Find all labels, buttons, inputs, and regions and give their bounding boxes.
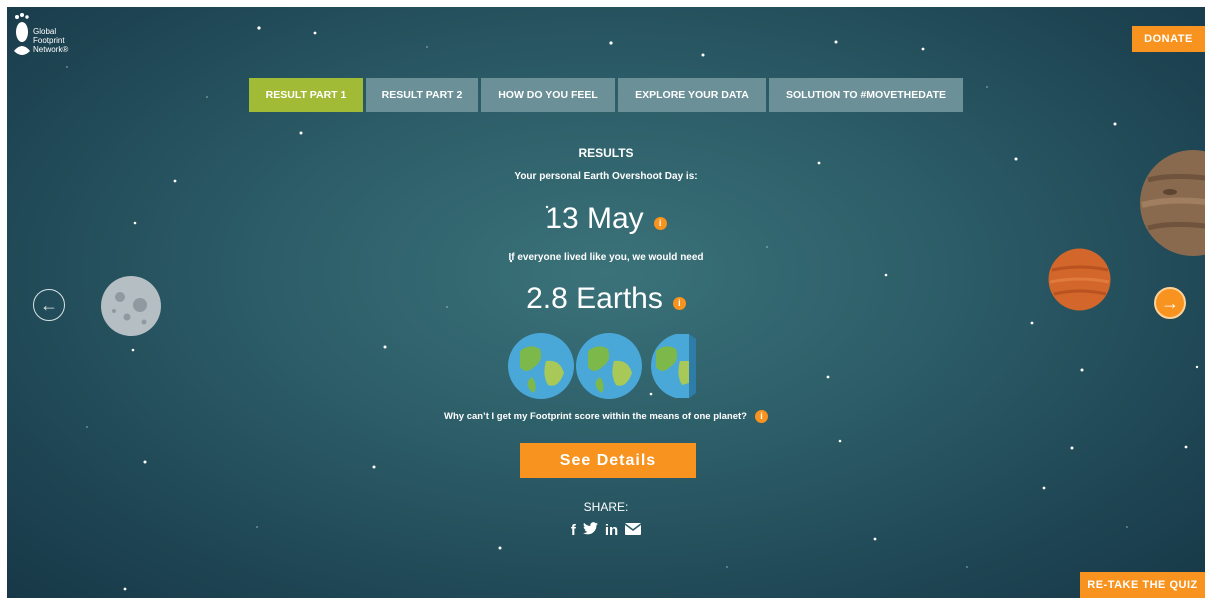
tab-result-part-2[interactable]: RESULT PART 2 [366, 78, 478, 112]
next-arrow-button[interactable]: → [1154, 287, 1186, 319]
footprint-logo-icon [14, 13, 30, 55]
arrow-right-icon: → [1161, 292, 1179, 313]
logo-line-2: Footprint [33, 36, 65, 45]
logo-line-1: Global [33, 27, 57, 36]
earth-icon-1 [508, 333, 574, 399]
retake-quiz-button[interactable]: RE-TAKE THE QUIZ [1080, 572, 1205, 598]
share-icons: f in [7, 522, 1205, 539]
tab-how-do-you-feel[interactable]: HOW DO YOU FEEL [481, 78, 615, 112]
earths-needed-value: 2.8 Earths [526, 282, 663, 315]
earths-needed-label: If everyone lived like you, we would nee… [508, 252, 704, 263]
one-planet-question-row: Why can’t I get my Footprint score withi… [7, 410, 1205, 423]
logo-wordmark: Global Footprint Network® [33, 27, 68, 54]
date-info-icon[interactable]: i [653, 217, 667, 231]
overshoot-date: 13 May [545, 202, 644, 235]
facebook-icon[interactable]: f [571, 522, 576, 539]
overshoot-day-label: Your personal Earth Overshoot Day is: [514, 171, 698, 182]
arrow-left-icon: ← [40, 294, 58, 315]
share-label: SHARE: [583, 500, 629, 514]
brown-planet-graphic [1140, 150, 1205, 256]
earths-info-icon[interactable]: i [672, 297, 686, 311]
email-icon[interactable] [624, 522, 642, 539]
quiz-results-stage: Global Footprint Network® DONATE RESULT … [7, 7, 1205, 598]
twitter-icon[interactable] [582, 522, 598, 539]
previous-arrow-button[interactable]: ← [33, 289, 65, 321]
overshoot-date-row: 13 May i [7, 199, 1205, 239]
tab-explore-your-data[interactable]: EXPLORE YOUR DATA [618, 78, 766, 112]
top-strip [0, 0, 1205, 7]
earth-graphics [508, 333, 696, 399]
orange-planet-graphic [1048, 248, 1111, 311]
donate-button[interactable]: DONATE [1132, 26, 1205, 52]
tab-result-part-1[interactable]: RESULT PART 1 [249, 78, 363, 112]
results-title: RESULTS [578, 146, 634, 160]
moon-planet-graphic [101, 276, 161, 336]
earth-icon-2 [576, 333, 642, 399]
one-planet-info-icon[interactable]: i [754, 410, 768, 423]
earths-needed-row: 2.8 Earths i [7, 279, 1205, 319]
results-tabs: RESULT PART 1 RESULT PART 2 HOW DO YOU F… [249, 78, 966, 112]
one-planet-question: Why can’t I get my Footprint score withi… [444, 411, 747, 423]
linkedin-icon[interactable]: in [605, 522, 618, 539]
tab-solution-movethedate[interactable]: SOLUTION TO #MOVETHEDATE [769, 78, 963, 112]
global-footprint-network-logo[interactable]: Global Footprint Network® [11, 11, 101, 67]
earth-icon-partial [651, 334, 696, 398]
logo-line-3: Network® [33, 45, 69, 54]
see-details-button[interactable]: See Details [520, 443, 696, 478]
